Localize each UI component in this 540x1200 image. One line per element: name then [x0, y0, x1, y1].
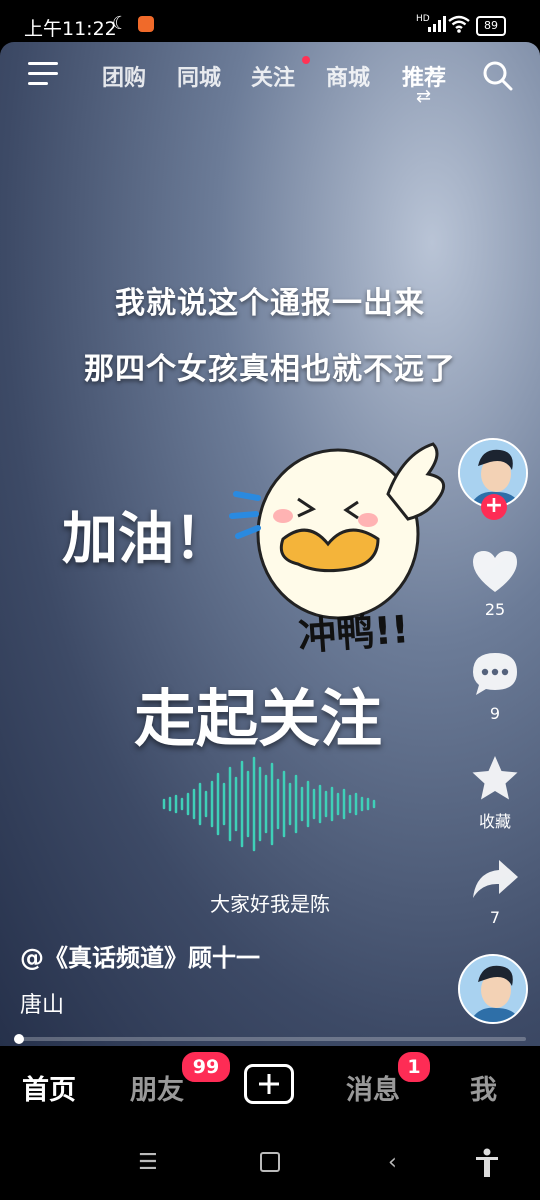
sticker-rush-text: 冲鸭!!: [296, 607, 411, 659]
share-count: 7: [489, 908, 501, 927]
recording-app-icon: [138, 16, 154, 32]
search-icon[interactable]: [482, 60, 514, 92]
signal-icon: [428, 16, 446, 32]
tab-group-buy[interactable]: 团购: [102, 60, 146, 92]
home-square-icon[interactable]: [260, 1152, 280, 1172]
music-disc-image: [460, 956, 526, 1022]
messages-badge: 1: [396, 1050, 432, 1084]
share-arrow-icon[interactable]: [470, 858, 520, 902]
favorite-star-icon[interactable]: [470, 754, 520, 802]
progress-handle[interactable]: [14, 1034, 25, 1044]
location-tag[interactable]: 唐山: [20, 987, 64, 1019]
video-subtitle: 大家好我是陈: [210, 892, 330, 916]
video-player[interactable]: 团购 同城 关注 商城 推荐 ⇄ 我就说这个通报一出来 那四个女孩真相也就不远了…: [0, 42, 540, 1046]
create-plus-button[interactable]: [244, 1064, 294, 1104]
video-caption-line2: 那四个女孩真相也就不远了: [84, 352, 456, 387]
swap-icon: ⇄: [416, 86, 432, 107]
nav-me[interactable]: 我: [470, 1068, 497, 1107]
nav-messages[interactable]: 消息: [346, 1068, 400, 1107]
tab-nearby[interactable]: 同城: [177, 60, 221, 92]
tab-mall[interactable]: 商城: [326, 60, 370, 92]
recents-icon[interactable]: ☰: [138, 1150, 158, 1175]
system-nav-bar: ☰ ‹: [0, 1130, 540, 1200]
top-nav: 团购 同城 关注 商城 推荐 ⇄: [0, 42, 540, 112]
nav-friends[interactable]: 朋友: [130, 1068, 184, 1107]
wifi-icon: [448, 15, 470, 33]
favorite-label: 收藏: [478, 812, 511, 831]
video-progress-bar[interactable]: [14, 1037, 526, 1041]
accessibility-icon[interactable]: [474, 1148, 500, 1178]
comment-icon[interactable]: [470, 650, 520, 698]
music-disc-avatar[interactable]: [458, 954, 528, 1024]
like-count: 25: [484, 600, 506, 619]
battery-indicator: 89: [476, 16, 506, 36]
friends-badge: 99: [180, 1050, 232, 1084]
follow-plus-button[interactable]: +: [481, 494, 507, 520]
like-heart-icon[interactable]: [470, 548, 520, 594]
sticker-follow-text: 走起关注: [134, 682, 383, 755]
menu-icon[interactable]: [28, 62, 58, 88]
notification-dot: [302, 56, 310, 64]
back-icon[interactable]: ‹: [388, 1150, 397, 1175]
sticker-cheer-text: 加油！: [62, 507, 230, 572]
status-time: 上午11:22: [24, 18, 117, 40]
author-name[interactable]: @《真话频道》顾十一: [20, 938, 260, 973]
video-caption-line1: 我就说这个通报一出来: [115, 286, 425, 321]
audio-waveform-icon: [162, 756, 376, 852]
tab-following[interactable]: 关注: [251, 60, 295, 92]
nav-home[interactable]: 首页: [22, 1068, 76, 1107]
bottom-nav: 首页 朋友 99 消息 1 我: [0, 1046, 540, 1130]
comment-count: 9: [489, 704, 501, 723]
moon-icon: ☾: [112, 13, 129, 34]
